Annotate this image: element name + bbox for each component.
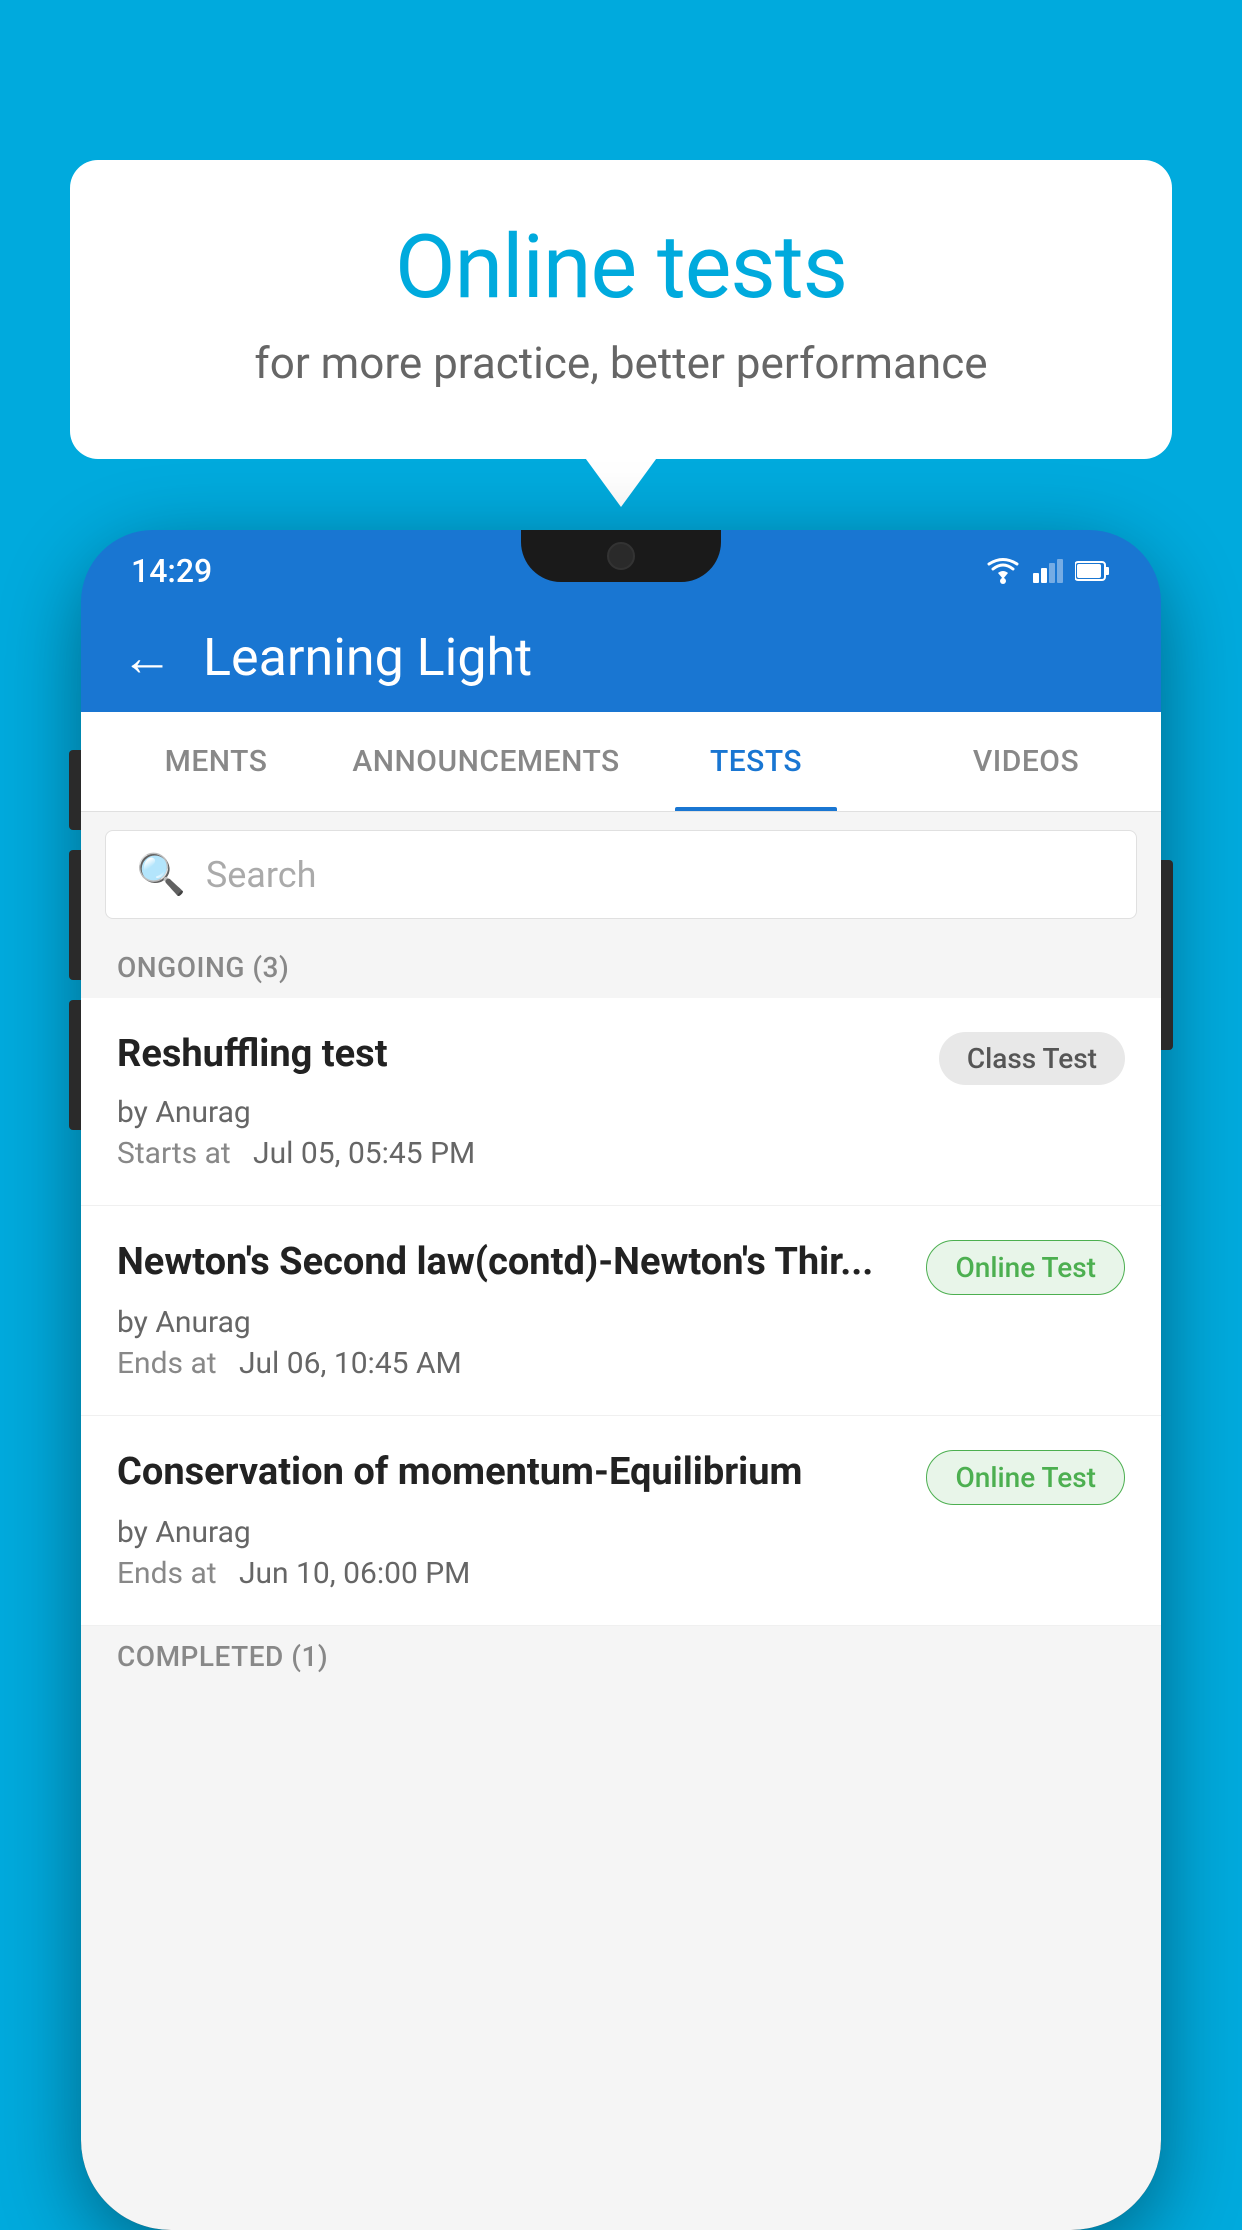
test-badge-online-2: Online Test <box>926 1450 1125 1505</box>
time-label-3: Ends at <box>117 1556 217 1591</box>
ongoing-section-header: ONGOING (3) <box>81 937 1161 998</box>
app-title: Learning Light <box>203 627 532 688</box>
status-time: 14:29 <box>131 552 212 590</box>
test-author: by Anurag <box>117 1095 1125 1130</box>
search-placeholder: Search <box>206 854 317 896</box>
tabs-bar: MENTS ANNOUNCEMENTS TESTS VIDEOS <box>81 712 1161 812</box>
signal-icon <box>1033 559 1063 583</box>
test-name-2: Newton's Second law(contd)-Newton's Thir… <box>117 1240 906 1286</box>
volume-down-button-2 <box>69 1000 81 1130</box>
time-value-3: Jun 10, 06:00 PM <box>239 1556 470 1591</box>
volume-up-button <box>69 750 81 830</box>
wifi-icon <box>985 557 1021 585</box>
test-author-2: by Anurag <box>117 1305 1125 1340</box>
power-button <box>1161 860 1173 1050</box>
time-label: Starts at <box>117 1136 231 1171</box>
tab-assignments[interactable]: MENTS <box>81 712 351 811</box>
test-card-newtons[interactable]: Newton's Second law(contd)-Newton's Thir… <box>81 1206 1161 1416</box>
phone-notch <box>521 530 721 582</box>
bubble-title: Online tests <box>150 220 1092 317</box>
tab-tests[interactable]: TESTS <box>621 712 891 811</box>
search-bar[interactable]: 🔍 Search <box>105 830 1137 919</box>
completed-section-header: COMPLETED (1) <box>81 1626 1161 1687</box>
test-card-header-2: Newton's Second law(contd)-Newton's Thir… <box>117 1240 1125 1295</box>
front-camera <box>607 542 635 570</box>
content-area: 🔍 Search ONGOING (3) Reshuffling test Cl… <box>81 812 1161 2230</box>
time-value: Jul 05, 05:45 PM <box>253 1136 475 1171</box>
tab-videos[interactable]: VIDEOS <box>891 712 1161 811</box>
back-button[interactable]: ← <box>121 627 173 688</box>
test-time: Starts at Jul 05, 05:45 PM <box>117 1136 1125 1171</box>
time-label-2: Ends at <box>117 1346 217 1381</box>
test-card-conservation[interactable]: Conservation of momentum-Equilibrium Onl… <box>81 1416 1161 1626</box>
test-card-header-3: Conservation of momentum-Equilibrium Onl… <box>117 1450 1125 1505</box>
tab-announcements[interactable]: ANNOUNCEMENTS <box>351 712 621 811</box>
test-card-header: Reshuffling test Class Test <box>117 1032 1125 1085</box>
test-card-reshuffling[interactable]: Reshuffling test Class Test by Anurag St… <box>81 998 1161 1206</box>
app-header: ← Learning Light <box>81 602 1161 712</box>
test-author-3: by Anurag <box>117 1515 1125 1550</box>
time-value-2: Jul 06, 10:45 AM <box>239 1346 462 1381</box>
test-name-3: Conservation of momentum-Equilibrium <box>117 1450 906 1496</box>
battery-icon <box>1075 559 1111 583</box>
bubble-subtitle: for more practice, better performance <box>150 337 1092 389</box>
status-icons <box>985 557 1111 585</box>
phone-frame: 14:29 <box>81 530 1161 2230</box>
speech-bubble-section: Online tests for more practice, better p… <box>70 160 1172 459</box>
volume-down-button <box>69 850 81 980</box>
speech-bubble: Online tests for more practice, better p… <box>70 160 1172 459</box>
test-name: Reshuffling test <box>117 1032 919 1078</box>
test-time-3: Ends at Jun 10, 06:00 PM <box>117 1556 1125 1591</box>
test-badge-online: Online Test <box>926 1240 1125 1295</box>
search-icon: 🔍 <box>136 851 186 898</box>
phone-wrapper: 14:29 <box>80 530 1162 2208</box>
test-time-2: Ends at Jul 06, 10:45 AM <box>117 1346 1125 1381</box>
test-badge-class: Class Test <box>939 1032 1125 1085</box>
